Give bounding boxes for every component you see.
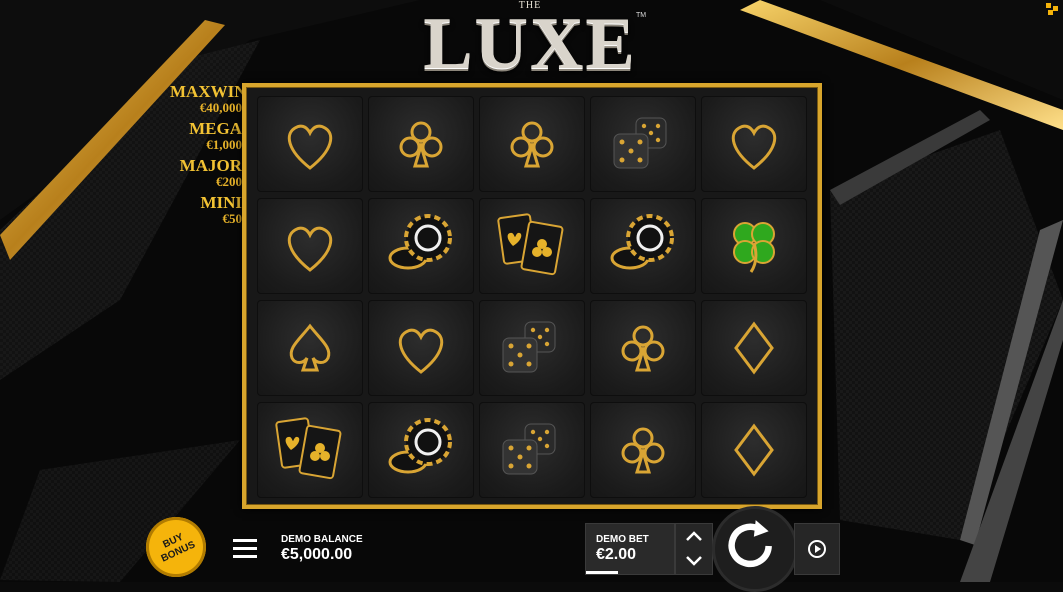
fullscreen-icon[interactable]	[1046, 2, 1060, 15]
logo-title: LUXE	[423, 3, 637, 85]
jackpot-mini: MINI €50	[170, 193, 243, 226]
reel-cell-club	[590, 402, 696, 498]
reel-cell-club	[368, 96, 474, 192]
jackpot-mega: MEGA €1,000	[170, 119, 242, 152]
autoplay-icon	[808, 540, 826, 558]
diamond-icon	[734, 423, 774, 477]
heart-icon	[287, 124, 333, 170]
reel-cell-club	[590, 300, 696, 396]
reel-cell-diamond	[701, 300, 807, 396]
bet-label: DEMO BET	[596, 534, 649, 545]
bet-level-indicator	[586, 571, 618, 574]
spade-icon	[289, 323, 331, 372]
reel-cell-heart	[368, 300, 474, 396]
reel-cell-heart	[257, 198, 363, 294]
buy-bonus-label: BUY BONUS	[159, 531, 198, 565]
reel-frame	[242, 83, 822, 509]
jackpot-maxwin: MAXWIN €40,000	[170, 82, 247, 115]
diamond-icon	[734, 321, 774, 375]
heart-icon	[287, 226, 333, 272]
buy-bonus-button[interactable]: BUY BONUS	[146, 517, 206, 577]
reel-cell-cards	[479, 198, 585, 294]
reel-cell-dice	[479, 300, 585, 396]
cards-icon	[497, 213, 564, 276]
spin-icon	[728, 520, 772, 568]
reel-cell-heart	[701, 96, 807, 192]
reel-cell-chips	[368, 198, 474, 294]
logo-trademark: TM	[636, 12, 647, 19]
reel-cell-diamond	[701, 402, 807, 498]
heart-icon	[731, 124, 777, 170]
clover-icon	[733, 222, 775, 273]
dice-icon	[502, 321, 556, 373]
cards-icon	[275, 417, 342, 480]
autoplay-button[interactable]	[794, 523, 840, 575]
balance-value: €5,000.00	[281, 546, 353, 563]
reel-cell-clover	[701, 198, 807, 294]
bet-adjust	[675, 523, 713, 575]
balance-label: DEMO BALANCE	[281, 534, 363, 545]
bet-up-icon[interactable]	[686, 531, 702, 541]
club-icon	[621, 427, 665, 474]
jackpot-list: MAXWIN €40,000 MEGA €1,000 MAJOR €200 MI…	[170, 82, 247, 231]
reel-cell-club	[479, 96, 585, 192]
dice-icon	[613, 117, 667, 169]
club-icon	[621, 325, 665, 372]
reel-cell-chips	[590, 198, 696, 294]
jackpot-value: €40,000	[199, 100, 242, 115]
chips-icon	[388, 418, 452, 474]
reel-cell-dice	[590, 96, 696, 192]
club-icon	[399, 121, 443, 168]
heart-icon	[398, 328, 444, 374]
reel-cell-heart	[257, 96, 363, 192]
jackpot-name: MAJOR	[179, 156, 242, 175]
game-logo: THE LUXE TM	[420, 0, 646, 86]
bet-down-icon[interactable]	[686, 556, 702, 566]
jackpot-value: €50	[222, 211, 243, 226]
chips-icon	[610, 214, 674, 270]
chips-icon	[388, 214, 452, 270]
jackpot-name: MINI	[200, 193, 242, 212]
menu-icon[interactable]	[233, 539, 257, 559]
dice-icon	[502, 423, 556, 475]
reel-cell-chips	[368, 402, 474, 498]
bet-value: €2.00	[596, 546, 637, 563]
jackpot-value: €1,000	[206, 137, 242, 152]
bet-display: DEMO BET €2.00	[585, 523, 675, 575]
jackpot-major: MAJOR €200	[170, 156, 242, 189]
reel-cell-spade	[257, 300, 363, 396]
jackpot-name: MEGA	[189, 119, 242, 138]
spin-button[interactable]	[712, 506, 798, 592]
reel-cell-dice	[479, 402, 585, 498]
club-icon	[510, 121, 554, 168]
jackpot-value: €200	[216, 174, 242, 189]
jackpot-name: MAXWIN	[170, 82, 247, 101]
reel-cell-cards	[257, 402, 363, 498]
